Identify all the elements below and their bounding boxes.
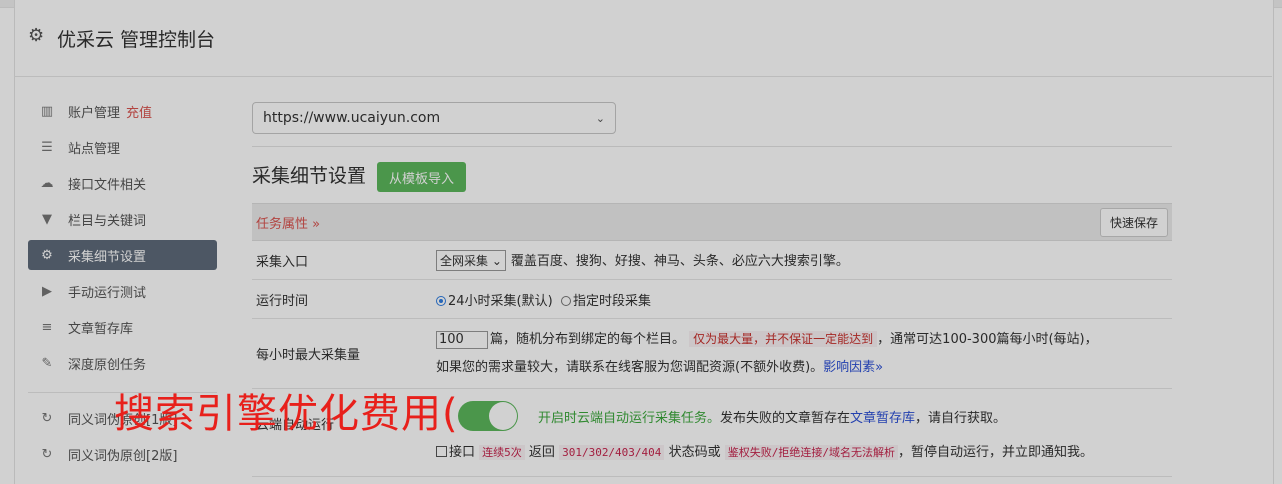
sidebar-item-article-store[interactable]: ≡ 文章暂存库 [28, 312, 217, 342]
row-label: 采集入口 [256, 254, 309, 270]
radio-24h-label: 24小时采集(默认) [448, 293, 553, 309]
collect-entry-select[interactable]: 全网采集 ⌄ [436, 249, 506, 271]
row-value: 100 篇，随机分布到绑定的每个栏目。 仅为最大量，并不保证一定能达到 ，通常可达1… [436, 319, 1172, 388]
table-row: 每小时最大采集量 100 篇，随机分布到绑定的每个栏目。 仅为最大量，并不保证一定… [252, 319, 1172, 389]
cloud-run-toggle[interactable] [458, 401, 518, 431]
site-select-value: https://www.ucaiyun.com [263, 110, 441, 126]
entry-description: 覆盖百度、搜狗、好搜、神马、头条、必应六大搜索引擎。 [510, 253, 849, 269]
page-header: ⚙ 优采云 管理控制台 [14, 8, 1272, 77]
watermark-text: 搜索引擎优化费用( [114, 391, 459, 437]
article-store-link[interactable]: 文章暂存库 [850, 407, 915, 426]
row-value: 全网采集 ⌄ 覆盖百度、搜狗、好搜、神马、头条、必应六大搜索引擎。 [436, 241, 1172, 279]
table-row: 采集入口 全网采集 ⌄ 覆盖百度、搜狗、好搜、神马、头条、必应六大搜索引擎。 [252, 241, 1172, 280]
section-heading: 采集细节设置 [252, 165, 367, 187]
cloud-text: 发布失败的文章暂存在 [720, 410, 851, 426]
edit-icon: ✎ [41, 355, 53, 371]
server-icon: ☰ [41, 139, 53, 155]
cogs-icon: ⚙ [41, 247, 53, 263]
radio-period[interactable] [560, 295, 571, 306]
max-per-hour-input[interactable]: 100 [436, 331, 488, 349]
sidebar-item-sites[interactable]: ☰ 站点管理 [28, 132, 217, 162]
divider [252, 146, 1172, 147]
table-header: 任务属性 » 快速保存 [252, 203, 1172, 241]
row-value: 24小时采集(默认) 指定时段采集 [436, 280, 1172, 318]
sidebar-item-deep-original[interactable]: ✎ 深度原创任务 [28, 348, 217, 378]
cloud-text: 状态码或 [668, 445, 721, 460]
radio-period-label: 指定时段采集 [572, 293, 651, 309]
table-row: 运行时间 24小时采集(默认) 指定时段采集 [252, 280, 1172, 319]
sidebar-item-label: 接口文件相关 [68, 177, 147, 193]
task-attributes-toggle[interactable]: 任务属性 » [256, 213, 320, 232]
site-select[interactable]: https://www.ucaiyun.com ⌄ [252, 102, 616, 134]
row-label: 运行时间 [256, 293, 309, 309]
sidebar-item-label: 采集细节设置 [68, 249, 147, 265]
sidebar-item-label: 手动运行测试 [68, 285, 147, 301]
gear-icon: ⚙ [28, 25, 45, 46]
sidebar-item-label: 栏目与关键词 [68, 213, 147, 229]
collect-entry-value: 全网采集 [440, 253, 489, 268]
cloud-run-desc: 开启时云端自动运行采集任务。 [538, 410, 721, 426]
bar-chart-icon: ▥ [40, 103, 54, 119]
import-template-button[interactable]: 从模板导入 [377, 162, 467, 192]
sidebar-item-collect-settings[interactable]: ⚙ 采集细节设置 [28, 240, 217, 270]
max-text: ，通常可达100-300篇每小时(每站)， [877, 332, 1098, 347]
sidebar-item-label: 站点管理 [68, 141, 121, 157]
sidebar-item-synonym-v2[interactable]: ↻ 同义词伪原创[2版] [28, 439, 217, 469]
sidebar-item-label: 深度原创任务 [68, 357, 147, 373]
refresh-icon: ↻ [41, 446, 53, 462]
chevron-down-icon: ⌄ [595, 111, 605, 125]
code-tag: 301/302/403/404 [559, 445, 665, 460]
cloud-upload-icon: ☁ [40, 175, 54, 191]
sidebar-item-interface[interactable]: ☁ 接口文件相关 [28, 168, 217, 198]
sidebar-item-label: 文章暂存库 [68, 321, 134, 337]
radio-24h[interactable] [436, 295, 446, 306]
row-value: 开启时云端自动运行采集任务。 发布失败的文章暂存在 文章暂存库 ，请自行获取。 接口 … [436, 389, 1172, 476]
database-icon: ≡ [41, 319, 53, 335]
sidebar-item-label: 账户管理 [68, 105, 121, 121]
play-circle-icon: ▶ [42, 283, 52, 299]
checkbox-label: 接口 [449, 445, 476, 460]
sidebar-item-keywords[interactable]: ▼ 栏目与关键词 [28, 204, 217, 234]
code-tag: 连续5次 [479, 445, 525, 460]
notify-checkbox[interactable] [436, 446, 447, 457]
sidebar-item-account[interactable]: ▥ 账户管理 充值 [28, 96, 217, 126]
row-label: 每小时最大采集量 [256, 348, 361, 363]
recharge-link[interactable]: 充值 [126, 102, 152, 121]
code-tag: 鉴权失败/拒绝连接/域名无法解析 [724, 445, 898, 460]
cloud-text: 返回 [528, 445, 555, 460]
max-text: 如果您的需求量较大，请联系在线客服为您调配资源(不额外收费)。 [436, 360, 824, 375]
sidebar-item-label: 同义词伪原创[2版] [68, 448, 178, 464]
max-warning: 仅为最大量，并不保证一定能达到 [689, 331, 878, 347]
filter-icon: ▼ [42, 211, 52, 227]
quick-save-button[interactable]: 快速保存 [1099, 207, 1168, 237]
cloud-text: ，暂停自动运行，并立即通知我。 [897, 445, 1093, 460]
max-text: 篇，随机分布到绑定的每个栏目。 [490, 332, 686, 347]
factors-link[interactable]: 影响因素» [823, 360, 883, 375]
toggle-knob [489, 402, 517, 430]
page-title: 优采云 管理控制台 [57, 29, 216, 51]
refresh-icon: ↻ [41, 410, 53, 426]
sidebar-item-manual-run[interactable]: ▶ 手动运行测试 [28, 276, 217, 306]
cloud-text: ，请自行获取。 [915, 410, 1007, 426]
